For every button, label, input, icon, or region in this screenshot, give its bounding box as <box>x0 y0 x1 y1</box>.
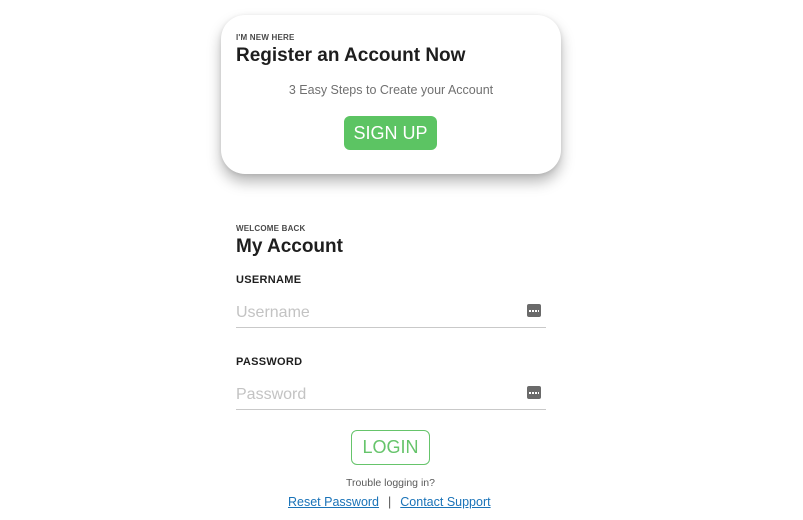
credential-key-icon[interactable] <box>527 304 541 317</box>
username-label: USERNAME <box>236 274 302 286</box>
password-label: PASSWORD <box>236 356 303 368</box>
register-subtitle: 3 Easy Steps to Create your Account <box>288 83 494 97</box>
password-field <box>236 383 546 410</box>
username-field <box>236 301 546 328</box>
page-title: My Account <box>236 236 343 257</box>
password-input[interactable] <box>236 383 516 407</box>
register-eyebrow: I'M NEW HERE <box>236 33 295 42</box>
username-input[interactable] <box>236 301 516 325</box>
reset-password-link[interactable]: Reset Password <box>288 495 379 509</box>
credential-key-icon[interactable] <box>527 386 541 399</box>
trouble-text: Trouble logging in? <box>346 477 435 489</box>
link-separator: | <box>388 495 392 509</box>
login-button[interactable]: LOGIN <box>351 430 430 465</box>
register-card: I'M NEW HERE Register an Account Now 3 E… <box>221 15 561 174</box>
help-links: Reset Password | Contact Support <box>288 495 491 509</box>
contact-support-link[interactable]: Contact Support <box>400 495 490 509</box>
sign-up-button[interactable]: SIGN UP <box>344 116 437 150</box>
register-title: Register an Account Now <box>236 45 466 66</box>
login-page: I'M NEW HERE Register an Account Now 3 E… <box>0 0 803 520</box>
login-eyebrow: WELCOME BACK <box>236 224 306 233</box>
